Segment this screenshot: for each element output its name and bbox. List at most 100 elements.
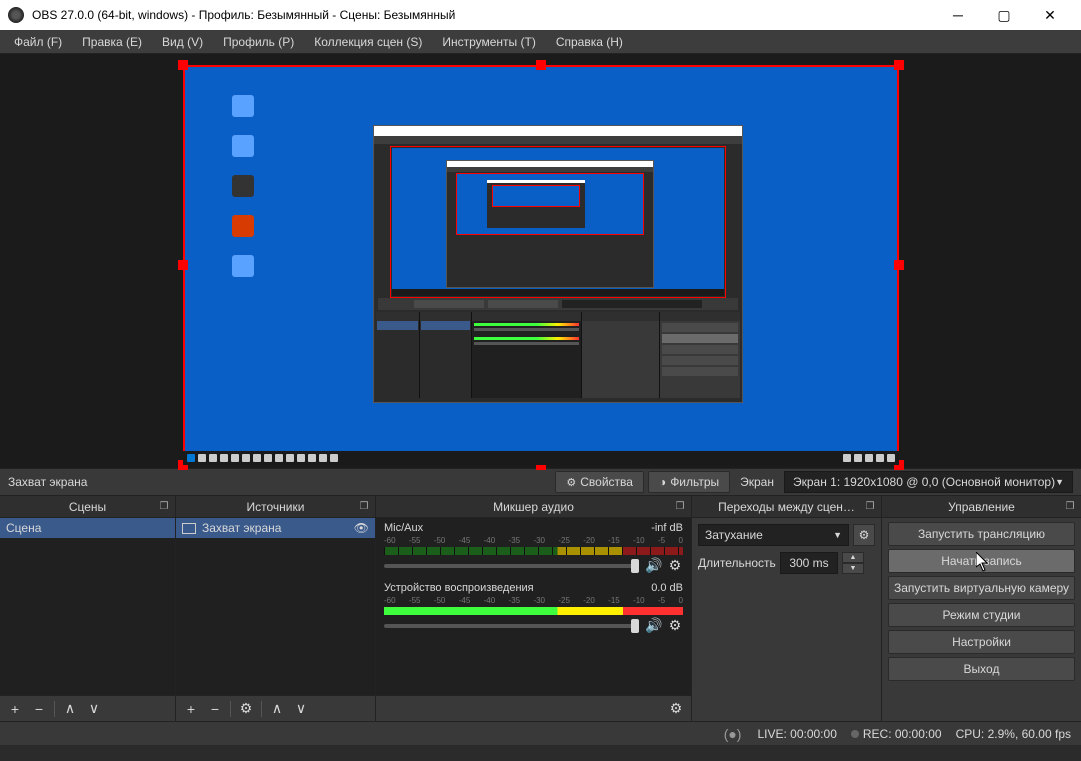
mixer-channel-level: -inf dB [651,522,683,534]
source-context-bar: Захват экрана ⚙Свойства ◑Фильтры Экран Э… [0,468,1081,496]
desktop-icon [223,135,263,175]
sources-panel: Источники ❐ Захват экрана 👁 + − ⚙ ∧ ∨ [176,496,376,721]
detach-icon[interactable]: ❐ [863,500,877,514]
transitions-header: Переходы между сцен… ❐ [692,496,881,518]
mixer-header: Микшер аудио ❐ [376,496,691,518]
duration-label: Длительность [698,556,776,570]
detach-icon[interactable]: ❐ [157,500,171,514]
move-scene-down-button[interactable]: ∨ [83,699,105,719]
exit-button[interactable]: Выход [888,657,1075,681]
scenes-list[interactable]: Сцена [0,518,175,695]
source-item[interactable]: Захват экрана 👁 [176,518,375,538]
selected-source-label: Захват экрана [8,475,551,489]
transitions-panel: Переходы между сцен… ❐ Затухание▼ ⚙ Длит… [692,496,882,721]
chevron-down-icon: ▼ [833,530,842,540]
cpu-status: CPU: 2.9%, 60.00 fps [956,727,1071,741]
mixer-advanced-button[interactable]: ⚙ [665,699,687,719]
mute-icon[interactable]: 🔊 [645,557,661,574]
mixer-body: Mic/Aux-inf dB -60-55-50-45-40-35-30-25-… [376,518,691,695]
detach-icon[interactable]: ❐ [357,500,371,514]
source-properties-button[interactable]: ⚙ [235,699,257,719]
menu-view[interactable]: Вид (V) [152,30,213,54]
chevron-down-icon: ▼ [1055,477,1064,487]
menu-scene-collection[interactable]: Коллекция сцен (S) [304,30,432,54]
visibility-icon[interactable]: 👁 [354,521,369,535]
selection-handle-tr[interactable] [894,60,904,70]
selection-handle-tl[interactable] [178,60,188,70]
controls-header: Управление ❐ [882,496,1081,518]
channel-settings-icon[interactable]: ⚙ [667,617,683,634]
detach-icon[interactable]: ❐ [673,500,687,514]
filters-button[interactable]: ◑Фильтры [648,471,730,493]
mixer-channel-mic: Mic/Aux-inf dB -60-55-50-45-40-35-30-25-… [376,518,691,578]
volume-slider[interactable] [384,564,639,568]
selection-handle-tc[interactable] [536,60,546,70]
start-recording-button[interactable]: Начать запись [888,549,1075,573]
docks-container: Сцены ❐ Сцена + − ∧ ∨ Источники ❐ Захват… [0,496,1081,721]
properties-button[interactable]: ⚙Свойства [555,471,644,493]
desktop-icon [223,95,263,135]
move-source-up-button[interactable]: ∧ [266,699,288,719]
move-scene-up-button[interactable]: ∧ [59,699,81,719]
screen-select[interactable]: Экран 1: 1920x1080 @ 0,0 (Основной монит… [784,471,1073,493]
preview-area [0,54,1081,468]
audio-mixer-panel: Микшер аудио ❐ Mic/Aux-inf dB -60-55-50-… [376,496,692,721]
scenes-panel: Сцены ❐ Сцена + − ∧ ∨ [0,496,176,721]
controls-panel: Управление ❐ Запустить трансляцию Начать… [882,496,1081,721]
captured-taskbar [183,451,899,465]
volume-slider[interactable] [384,624,639,628]
desktop-icon [223,175,263,215]
desktop-icon [223,255,263,295]
obs-app-icon [8,7,24,23]
minimize-button[interactable]: ─ [935,0,981,30]
studio-mode-button[interactable]: Режим студии [888,603,1075,627]
maximize-button[interactable]: ▢ [981,0,1027,30]
mute-icon[interactable]: 🔊 [645,617,661,634]
start-virtual-camera-button[interactable]: Запустить виртуальную камеру [888,576,1075,600]
menu-edit[interactable]: Правка (E) [72,30,152,54]
menu-bar: Файл (F) Правка (E) Вид (V) Профиль (P) … [0,30,1081,54]
detach-icon[interactable]: ❐ [1063,500,1077,514]
desktop-icon [223,215,263,255]
sources-header: Источники ❐ [176,496,375,518]
transition-select[interactable]: Затухание▼ [698,524,849,546]
mixer-channel-level: 0.0 dB [651,582,683,594]
window-title: OBS 27.0.0 (64-bit, windows) - Профиль: … [32,8,935,22]
duration-up-button[interactable]: ▲ [842,552,864,563]
filter-icon: ◑ [659,475,666,489]
move-source-down-button[interactable]: ∨ [290,699,312,719]
menu-profile[interactable]: Профиль (P) [213,30,304,54]
screen-label: Экран [734,472,780,492]
settings-button[interactable]: Настройки [888,630,1075,654]
mixer-channel-desktop: Устройство воспроизведения0.0 dB -60-55-… [376,578,691,638]
selection-handle-mr[interactable] [894,260,904,270]
signal-icon: (●) [724,726,742,742]
rec-status: REC: 00:00:00 [863,727,942,741]
live-status: LIVE: 00:00:00 [757,727,836,741]
rec-indicator-icon [851,730,859,738]
status-bar: (●) LIVE: 00:00:00 REC: 00:00:00 CPU: 2.… [0,721,1081,745]
add-scene-button[interactable]: + [4,699,26,719]
window-titlebar: OBS 27.0.0 (64-bit, windows) - Профиль: … [0,0,1081,30]
channel-settings-icon[interactable]: ⚙ [667,557,683,574]
duration-down-button[interactable]: ▼ [842,563,864,574]
mixer-channel-name: Устройство воспроизведения [384,582,534,594]
duration-input[interactable]: 300 ms [780,552,838,574]
menu-help[interactable]: Справка (H) [546,30,633,54]
mixer-channel-name: Mic/Aux [384,522,423,534]
menu-file[interactable]: Файл (F) [4,30,72,54]
start-streaming-button[interactable]: Запустить трансляцию [888,522,1075,546]
scene-item[interactable]: Сцена [0,518,175,538]
remove-source-button[interactable]: − [204,699,226,719]
remove-scene-button[interactable]: − [28,699,50,719]
gear-icon: ⚙ [566,476,576,489]
mixer-meter [384,547,683,555]
sources-list[interactable]: Захват экрана 👁 [176,518,375,695]
close-button[interactable]: ✕ [1027,0,1073,30]
menu-tools[interactable]: Инструменты (T) [432,30,545,54]
preview-canvas[interactable] [183,65,899,465]
add-source-button[interactable]: + [180,699,202,719]
selection-handle-ml[interactable] [178,260,188,270]
mixer-meter [384,607,683,615]
transition-properties-button[interactable]: ⚙ [853,524,875,546]
